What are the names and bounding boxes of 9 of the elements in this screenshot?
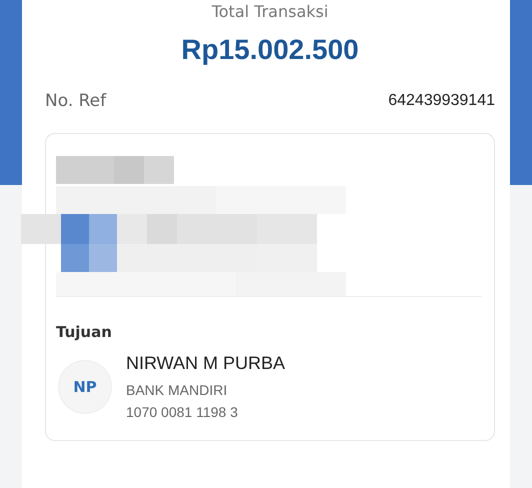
total-label: Total Transaksi [210, 1, 330, 23]
reference-number: 642439939141 [388, 92, 495, 110]
reference-label: No. Ref [45, 91, 106, 111]
recipient-heading: Tujuan [56, 323, 113, 341]
account-number: 1070 0081 1198 3 [126, 404, 239, 420]
initials-avatar: NP [58, 360, 112, 414]
bank-name: BANK MANDIRI [126, 382, 228, 398]
total-amount: Rp15.002.500 [180, 34, 360, 66]
recipient-name: NIRWAN M PURBA [126, 353, 286, 374]
